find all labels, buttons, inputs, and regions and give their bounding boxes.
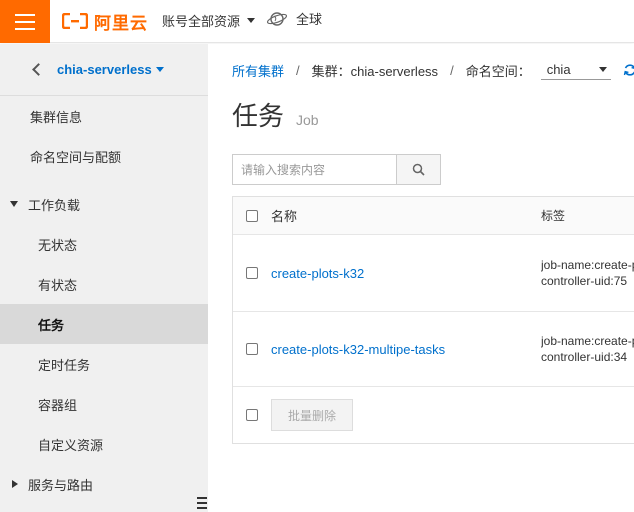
job-tag: job-name:create-plots-k32-multipe-tasks [541, 334, 634, 348]
search-bar [232, 154, 441, 185]
sidebar-header: chia-serverless [0, 44, 208, 96]
job-tags: job-name:create-plots-k32-multipe-tasks … [541, 333, 634, 365]
table-header-row: 名称 标签 [233, 197, 634, 235]
triangle-right-icon [12, 480, 18, 488]
sidebar-item-jobs[interactable]: 任务 [0, 304, 208, 344]
breadcrumb: 所有集群 / 集群：chia-serverless / 命名空间： chia / [232, 60, 634, 80]
aliyun-logo[interactable]: 阿里云 [62, 9, 148, 33]
logo-text: 阿里云 [94, 13, 148, 33]
sidebar-item-label: 定时任务 [38, 357, 91, 373]
sidebar-item-cronjobs[interactable]: 定时任务 [0, 344, 208, 384]
job-tag: controller-uid:34 [541, 350, 628, 364]
sidebar-item-pods[interactable]: 容器组 [0, 384, 208, 424]
jobs-table: 名称 标签 create-plots-k32 job-name:create-p… [232, 196, 634, 444]
sidebar-item-label: 服务与路由 [28, 477, 94, 493]
column-header-tags: 标签 [541, 208, 566, 223]
table-footer-row: 批量删除 [233, 387, 634, 443]
collapse-sidebar-icon[interactable] [197, 496, 208, 510]
namespace-value: chia [546, 62, 571, 77]
caret-down-icon [247, 18, 256, 23]
row-checkbox[interactable] [246, 267, 258, 279]
column-header-name: 名称 [271, 209, 298, 224]
job-tag: controller-uid:75 [541, 274, 628, 288]
account-resources-label: 账号全部资源 [162, 14, 241, 29]
breadcrumb-separator: / [296, 62, 300, 78]
select-all-checkbox[interactable] [246, 209, 258, 222]
sidebar-item-label: 无状态 [38, 237, 78, 253]
caret-down-icon [598, 67, 607, 72]
breadcrumb-all-clusters[interactable]: 所有集群 [232, 61, 284, 80]
sidebar-item-label: 任务 [38, 317, 65, 333]
chevron-left-icon[interactable] [32, 63, 45, 76]
cluster-switcher[interactable]: chia-serverless [57, 62, 164, 77]
sidebar-group-services-routes[interactable]: 服务与路由 [0, 464, 208, 504]
aliyun-logo-icon [62, 13, 88, 29]
search-input[interactable] [232, 154, 396, 185]
globe-icon [266, 11, 288, 26]
cluster-name: chia-serverless [57, 62, 152, 77]
search-icon [412, 163, 425, 176]
caret-down-icon [155, 67, 164, 72]
region-selector[interactable]: 全球 [266, 9, 322, 28]
namespace-label: 命名空间： [465, 63, 531, 79]
sidebar: chia-serverless 集群信息 命名空间与配额 工作负载 无状态 有状… [0, 44, 208, 512]
refresh-icon[interactable] [623, 63, 634, 77]
sidebar-item-label: 容器组 [38, 397, 78, 413]
search-button[interactable] [396, 154, 441, 185]
table-row: create-plots-k32-multipe-tasks job-name:… [233, 312, 634, 387]
sidebar-item-statefulsets[interactable]: 有状态 [0, 264, 208, 304]
job-tags: job-name:create-plots-k32 controller-uid… [541, 257, 634, 289]
sidebar-item-label: 集群信息 [30, 109, 83, 125]
sidebar-item-label: 命名空间与配额 [30, 149, 122, 165]
sidebar-item-cluster-info[interactable]: 集群信息 [0, 96, 208, 136]
page-title: 任务 Job [232, 96, 319, 133]
footer-select-all-checkbox[interactable] [246, 409, 258, 421]
region-label: 全球 [296, 12, 323, 27]
sidebar-item-label: 工作负载 [28, 197, 81, 213]
account-resources-dropdown[interactable]: 账号全部资源 [162, 11, 256, 30]
sidebar-item-label: 自定义资源 [38, 437, 104, 453]
table-row: create-plots-k32 job-name:create-plots-k… [233, 235, 634, 312]
row-checkbox[interactable] [246, 343, 258, 355]
main-content: 所有集群 / 集群：chia-serverless / 命名空间： chia /… [208, 44, 634, 512]
top-bar: 阿里云 账号全部资源 全球 [0, 0, 634, 43]
namespace-select[interactable]: chia [540, 60, 611, 80]
breadcrumb-separator: / [450, 62, 454, 78]
breadcrumb-cluster: 集群：chia-serverless [311, 63, 439, 79]
page-title-sub: Job [296, 112, 319, 128]
job-name-link[interactable]: create-plots-k32-multipe-tasks [271, 342, 445, 357]
page-title-main: 任务 [232, 101, 285, 131]
batch-delete-button[interactable]: 批量删除 [271, 399, 353, 431]
sidebar-item-deployments[interactable]: 无状态 [0, 224, 208, 264]
sidebar-item-label: 有状态 [38, 277, 78, 293]
menu-icon[interactable] [0, 0, 50, 43]
sidebar-group-workloads[interactable]: 工作负载 [0, 184, 208, 224]
sidebar-item-namespace-quota[interactable]: 命名空间与配额 [0, 136, 208, 176]
triangle-down-icon [10, 201, 18, 207]
sidebar-item-custom-resources[interactable]: 自定义资源 [0, 424, 208, 464]
job-tag: job-name:create-plots-k32 [541, 258, 634, 272]
job-name-link[interactable]: create-plots-k32 [271, 266, 364, 281]
